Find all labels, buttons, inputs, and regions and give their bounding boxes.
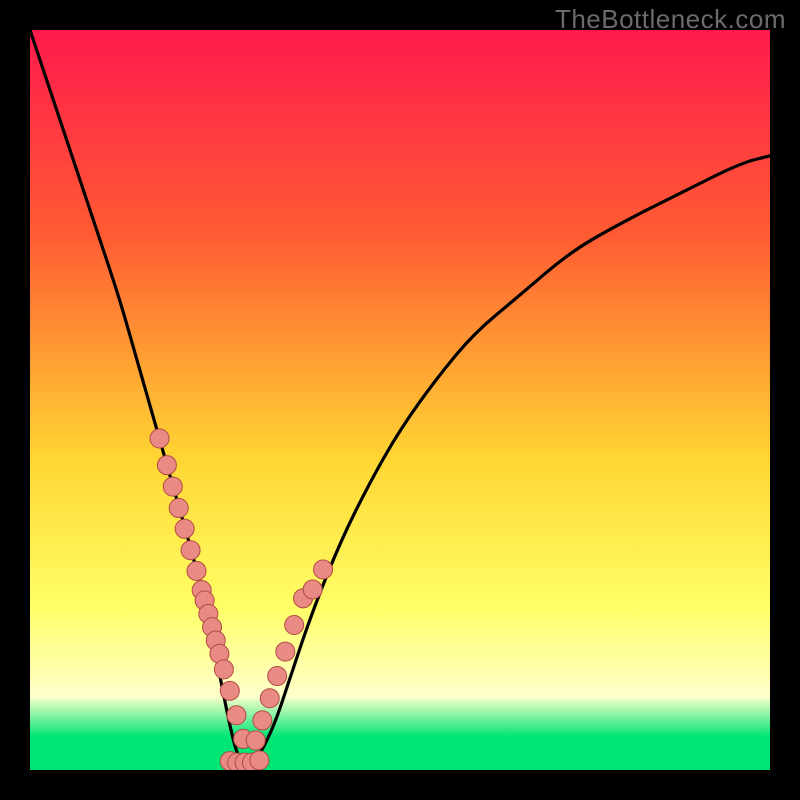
dot-cluster-floor-cluster [220,751,269,770]
data-point [150,429,169,448]
data-point [250,751,269,770]
data-point [246,731,265,750]
data-point [163,477,182,496]
data-point [181,541,200,560]
data-point [253,711,272,730]
data-point [187,561,206,580]
data-point [303,580,322,599]
plot-area [30,30,770,770]
data-point [314,560,333,579]
chart-background [30,30,770,770]
data-point [227,706,246,725]
data-point [220,681,239,700]
data-point [285,615,304,634]
chart-frame: TheBottleneck.com [0,0,800,800]
data-point [175,519,194,538]
data-point [214,660,233,679]
data-point [260,689,279,708]
data-point [268,667,287,686]
data-point [169,499,188,518]
bottleneck-chart [30,30,770,770]
data-point [157,456,176,475]
data-point [276,642,295,661]
